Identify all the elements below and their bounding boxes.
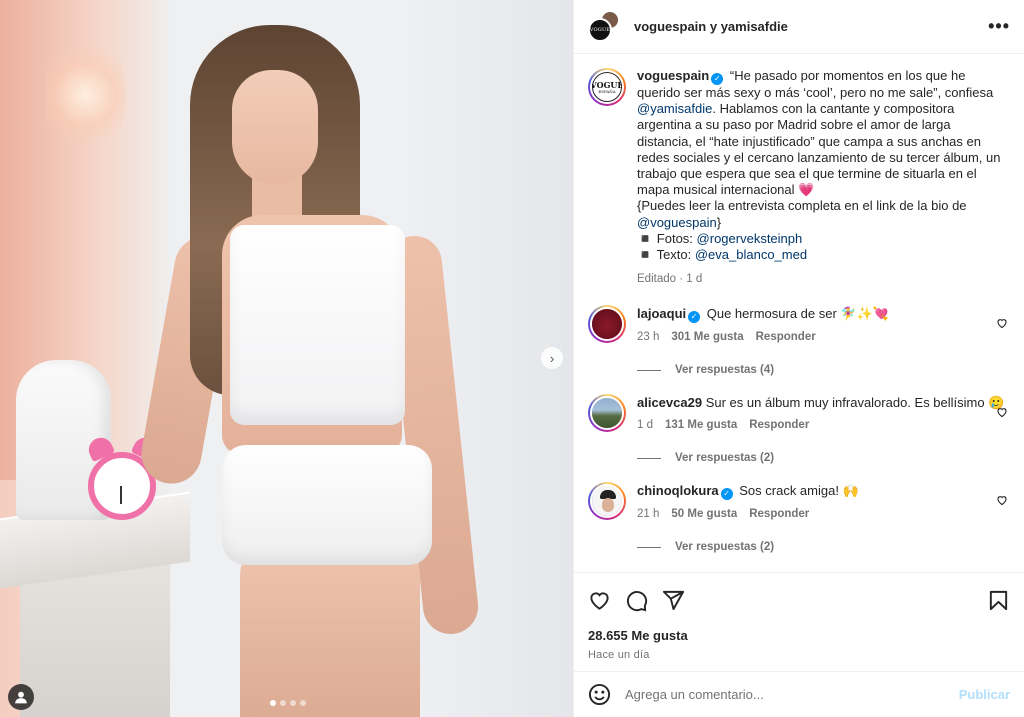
story-ring[interactable]: [588, 305, 626, 344]
caption-meta: Editado · 1 d: [637, 273, 703, 286]
emoji-icon[interactable]: [588, 683, 611, 706]
comment-username[interactable]: lajoaqui: [637, 306, 686, 321]
verified-badge-icon: ✓: [711, 73, 724, 85]
post-authors[interactable]: voguespain y yamisafdie: [634, 19, 988, 34]
carousel-dot: [270, 700, 276, 706]
view-replies-button[interactable]: Ver respuestas (2): [637, 452, 1008, 464]
story-ring[interactable]: [588, 394, 626, 433]
comment-text: Sos crack amiga! 🙌: [739, 483, 859, 499]
carousel-dot: [300, 700, 306, 706]
comment-composer: Publicar: [574, 671, 1024, 717]
story-ring[interactable]: VOGUE ESPAÑA: [588, 68, 626, 106]
comment-item: alicevca29 Sur es un álbum muy infravalo…: [588, 394, 1008, 434]
instagram-post-modal: › VOGUE voguespain y yamisafdie ••• VOGU…: [0, 0, 1024, 717]
verified-badge-icon: ✓: [720, 488, 733, 501]
caption-text: voguespain ✓ “He pasado por momentos en l…: [637, 68, 1008, 287]
avatar-voguespain[interactable]: VOGUE ESPAÑA: [592, 72, 622, 102]
carousel-dots: [270, 700, 306, 706]
carousel-dot: [290, 700, 296, 706]
likes-count[interactable]: 28.655 Me gusta: [588, 628, 1010, 643]
post-actions: 28.655 Me gusta Hace un día Publicar: [574, 572, 1024, 717]
comment-text: Sur es un álbum muy infravalorado. Es be…: [705, 395, 1005, 411]
comment-time[interactable]: 23 h: [637, 329, 659, 346]
avatar[interactable]: [592, 309, 622, 340]
comment-username[interactable]: alicevca29: [637, 395, 702, 410]
comments-scroll[interactable]: VOGUE ESPAÑA voguespain ✓ “He pasado por m…: [574, 54, 1024, 572]
mention-link[interactable]: @eva_blanco_med: [695, 247, 807, 262]
reply-button[interactable]: Responder: [749, 506, 809, 523]
comment-likes[interactable]: 50 Me gusta: [671, 506, 737, 523]
post-photo[interactable]: ›: [0, 0, 573, 717]
heart-icon[interactable]: [996, 494, 1008, 506]
comment-username[interactable]: chinoqlokura: [637, 483, 719, 498]
comment-input[interactable]: [625, 687, 959, 702]
heart-icon[interactable]: [996, 406, 1008, 418]
comment-likes[interactable]: 301 Me gusta: [671, 329, 743, 346]
post-header: VOGUE voguespain y yamisafdie •••: [574, 0, 1024, 54]
tagged-user-icon: [15, 691, 27, 704]
save-icon[interactable]: [987, 589, 1010, 612]
avatar[interactable]: [592, 398, 622, 429]
mention-link[interactable]: @yamisafdie: [637, 101, 712, 116]
post-side-panel: VOGUE voguespain y yamisafdie ••• VOGUE E…: [573, 0, 1024, 717]
comment-icon[interactable]: [625, 589, 648, 612]
more-options-icon[interactable]: •••: [988, 16, 1010, 37]
reply-button[interactable]: Responder: [749, 417, 809, 434]
post-date[interactable]: Hace un día: [588, 649, 1010, 661]
chevron-right-icon: ›: [549, 350, 555, 366]
avatar[interactable]: [592, 486, 622, 517]
avatar-voguespain[interactable]: VOGUE: [588, 17, 612, 42]
caption-username[interactable]: voguespain: [637, 68, 709, 83]
carousel-dot: [280, 700, 286, 706]
comment-time[interactable]: 21 h: [637, 506, 659, 523]
comment-text: Que hermosura de ser 🧚‍♀️✨💘: [706, 306, 889, 322]
comment-time[interactable]: 1 d: [637, 417, 653, 434]
share-icon[interactable]: [662, 589, 685, 612]
caption: VOGUE ESPAÑA voguespain ✓ “He pasado por m…: [588, 68, 1008, 287]
tagged-users-button[interactable]: [8, 684, 34, 710]
publish-button[interactable]: Publicar: [959, 687, 1010, 702]
verified-badge-icon: ✓: [688, 311, 701, 324]
mention-link[interactable]: @voguespain: [637, 215, 717, 230]
view-replies-button[interactable]: Ver respuestas (4): [637, 364, 1008, 376]
comment-item: lajoaqui ✓ Que hermosura de ser 🧚‍♀️✨💘 23…: [588, 305, 1008, 346]
lamp-glow: [45, 40, 125, 150]
comment-item: chinoqlokura ✓ Sos crack amiga! 🙌 21 h 50…: [588, 482, 1008, 523]
mention-link[interactable]: @rogerveksteinph: [697, 231, 803, 246]
story-ring[interactable]: [588, 482, 626, 521]
collab-avatars[interactable]: VOGUE: [588, 9, 622, 44]
heart-icon[interactable]: [996, 317, 1008, 329]
reply-button[interactable]: Responder: [756, 329, 816, 346]
view-replies-button[interactable]: Ver respuestas (2): [637, 541, 1008, 553]
carousel-next-button[interactable]: ›: [541, 347, 563, 369]
comment-likes[interactable]: 131 Me gusta: [665, 417, 737, 434]
heart-icon[interactable]: [588, 589, 611, 612]
model-figure: [136, 25, 481, 717]
side-table: [20, 560, 170, 717]
